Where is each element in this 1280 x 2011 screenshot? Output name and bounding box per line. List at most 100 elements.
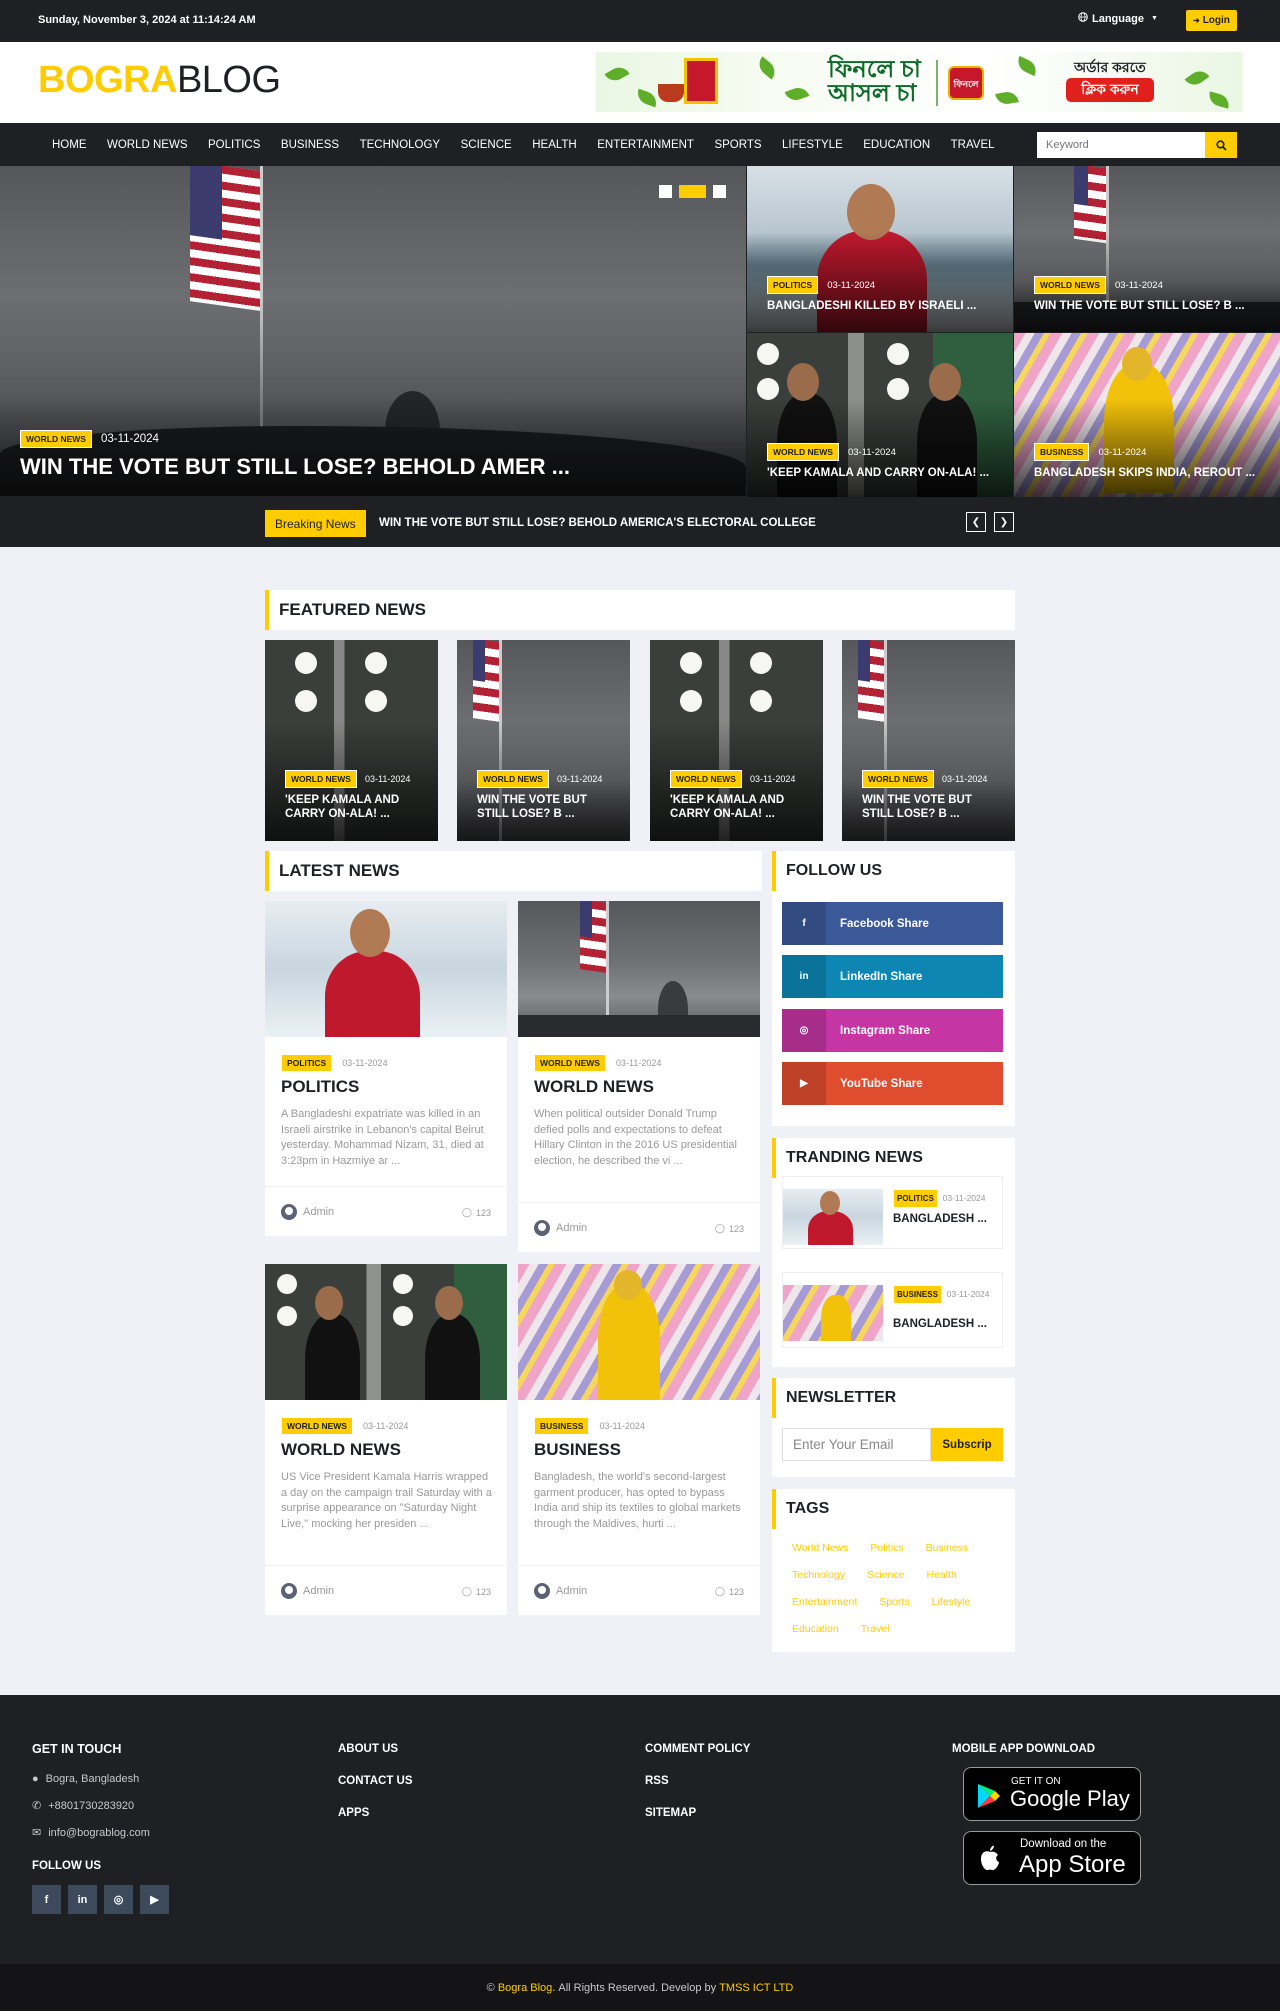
ad-cta-button[interactable]: ক্লিক করুন	[1066, 78, 1154, 102]
category-badge[interactable]: WORLD NEWS	[477, 770, 549, 788]
footer-instagram-button[interactable]: ◎	[104, 1885, 133, 1914]
tag-link[interactable]: Education	[792, 1620, 839, 1638]
card-image[interactable]	[518, 1264, 760, 1400]
hero-side-title[interactable]: WIN THE VOTE BUT STILL LOSE? B ...	[1034, 300, 1245, 312]
category-badge[interactable]: BUSINESS	[534, 1417, 590, 1435]
card-author[interactable]: Admin	[534, 1220, 587, 1236]
footer-linkedin-button[interactable]: in	[68, 1885, 97, 1914]
category-badge[interactable]: BUSINESS	[1034, 443, 1090, 461]
slider-dot-active[interactable]	[679, 185, 706, 198]
nav-item-business[interactable]: BUSINESS	[281, 139, 339, 151]
nav-item-sports[interactable]: SPORTS	[714, 139, 761, 151]
card-author[interactable]: Admin	[534, 1583, 587, 1599]
category-badge[interactable]: BUSINESS	[893, 1285, 942, 1304]
card-image[interactable]	[265, 1264, 507, 1400]
category-badge[interactable]: WORLD NEWS	[285, 770, 357, 788]
instagram-share-button[interactable]: ◎ Instagram Share	[782, 1009, 1003, 1052]
newsletter-email-input[interactable]: Enter Your Email	[782, 1428, 931, 1461]
developer-link[interactable]: TMSS ICT LTD	[719, 1982, 793, 1994]
slider-dot[interactable]	[713, 185, 726, 198]
featured-title[interactable]: 'KEEP KAMALA AND CARRY ON-ALA! ...	[285, 793, 399, 821]
category-badge[interactable]: POLITICS	[767, 276, 819, 294]
card-title[interactable]: WORLD NEWS	[534, 1077, 654, 1097]
category-badge[interactable]: WORLD NEWS	[670, 770, 742, 788]
hero-side-slide[interactable]: WORLD NEWS 03-11-2024 'KEEP KAMALA AND C…	[747, 333, 1013, 497]
footer-facebook-button[interactable]: f	[32, 1885, 61, 1914]
tag-link[interactable]: Science	[867, 1566, 904, 1584]
subscribe-button[interactable]: Subscrip	[931, 1428, 1003, 1461]
login-button[interactable]: ➜ Login	[1186, 10, 1237, 31]
search-button[interactable]	[1205, 132, 1237, 158]
facebook-share-button[interactable]: f Facebook Share	[782, 902, 1003, 945]
youtube-share-button[interactable]: ▶ YouTube Share	[782, 1062, 1003, 1105]
footer-link-comment-policy[interactable]: COMMENT POLICY	[645, 1743, 750, 1755]
breaking-news-ticker[interactable]: WIN THE VOTE BUT STILL LOSE? BEHOLD AMER…	[379, 517, 816, 529]
tag-link[interactable]: Technology	[792, 1566, 845, 1584]
tag-link[interactable]: World News	[792, 1539, 848, 1557]
hero-side-title[interactable]: BANGLADESHI KILLED BY ISRAELI ...	[767, 300, 976, 312]
featured-title[interactable]: 'KEEP KAMALA AND CARRY ON-ALA! ...	[670, 793, 784, 821]
site-logo[interactable]: BOGRABLOG	[38, 59, 281, 102]
featured-title[interactable]: WIN THE VOTE BUT STILL LOSE? B ...	[862, 793, 972, 821]
hero-main-title[interactable]: WIN THE VOTE BUT STILL LOSE? BEHOLD AMER…	[20, 454, 570, 480]
footer-link-contact[interactable]: CONTACT US	[338, 1775, 413, 1787]
footer-email[interactable]: ✉ info@bograblog.com	[32, 1826, 150, 1840]
category-badge[interactable]: WORLD NEWS	[20, 430, 92, 448]
featured-title[interactable]: WIN THE VOTE BUT STILL LOSE? B ...	[477, 793, 587, 821]
tag-link[interactable]: Sports	[879, 1593, 909, 1611]
category-badge[interactable]: WORLD NEWS	[1034, 276, 1106, 294]
footer-link-rss[interactable]: RSS	[645, 1775, 669, 1787]
trending-title[interactable]: BANGLADESH ...	[893, 1213, 987, 1225]
category-badge[interactable]: WORLD NEWS	[767, 443, 839, 461]
nav-item-entertainment[interactable]: ENTERTAINMENT	[597, 139, 694, 151]
tag-link[interactable]: Lifestyle	[932, 1593, 971, 1611]
card-image[interactable]	[265, 901, 507, 1037]
slider-dot[interactable]	[659, 185, 672, 198]
hero-side-slide[interactable]: BUSINESS 03-11-2024 BANGLADESH SKIPS IND…	[1014, 333, 1280, 497]
tag-link[interactable]: Politics	[870, 1539, 903, 1557]
google-play-badge[interactable]: GET IT ON Google Play	[963, 1767, 1141, 1821]
category-badge[interactable]: POLITICS	[893, 1189, 938, 1208]
hero-main-slide[interactable]: WORLD NEWS 03-11-2024 WIN THE VOTE BUT S…	[0, 166, 746, 496]
nav-item-travel[interactable]: TRAVEL	[951, 139, 995, 151]
featured-card[interactable]: WORLD NEWS 03-11-2024 WIN THE VOTE BUT STI…	[842, 640, 1015, 841]
footer-link-sitemap[interactable]: SITEMAP	[645, 1807, 696, 1819]
trending-item[interactable]: POLITICS 03-11-2024 BANGLADESH ...	[782, 1176, 1003, 1249]
trending-title[interactable]: BANGLADESH ...	[893, 1318, 987, 1330]
tag-link[interactable]: Business	[926, 1539, 969, 1557]
nav-item-home[interactable]: HOME	[52, 139, 87, 151]
nav-item-politics[interactable]: POLITICS	[208, 139, 260, 151]
nav-item-world-news[interactable]: WORLD NEWS	[107, 139, 188, 151]
category-badge[interactable]: WORLD NEWS	[281, 1417, 353, 1435]
card-title[interactable]: WORLD NEWS	[281, 1440, 401, 1460]
ad-banner[interactable]: ফিনলে চা আসল চা ফিনলে অর্ডার করতে ক্লিক …	[596, 52, 1243, 112]
nav-item-lifestyle[interactable]: LIFESTYLE	[782, 139, 843, 151]
category-badge[interactable]: WORLD NEWS	[862, 770, 934, 788]
ticker-next-button[interactable]: ❯	[994, 512, 1014, 532]
featured-card[interactable]: WORLD NEWS 03-11-2024 'KEEP KAMALA AND CAR…	[650, 640, 823, 841]
footer-link-about[interactable]: ABOUT US	[338, 1743, 398, 1755]
ticker-prev-button[interactable]: ❮	[966, 512, 986, 532]
nav-item-education[interactable]: EDUCATION	[863, 139, 930, 151]
card-title[interactable]: POLITICS	[281, 1077, 359, 1097]
hero-side-slide[interactable]: WORLD NEWS 03-11-2024 WIN THE VOTE BUT S…	[1014, 166, 1280, 332]
tag-link[interactable]: Entertainment	[792, 1593, 857, 1611]
footer-link-apps[interactable]: APPS	[338, 1807, 369, 1819]
linkedin-share-button[interactable]: in LinkedIn Share	[782, 955, 1003, 998]
trending-item[interactable]: BUSINESS 03-11-2024 BANGLADESH ...	[782, 1272, 1003, 1348]
hero-side-slide[interactable]: POLITICS 03-11-2024 BANGLADESHI KILLED B…	[747, 166, 1013, 332]
card-author[interactable]: Admin	[281, 1583, 334, 1599]
featured-card[interactable]: WORLD NEWS 03-11-2024 'KEEP KAMALA AND CAR…	[265, 640, 438, 841]
card-title[interactable]: BUSINESS	[534, 1440, 621, 1460]
card-author[interactable]: Admin	[281, 1204, 334, 1220]
copyright-site-link[interactable]: Bogra Blog.	[498, 1982, 555, 1994]
app-store-badge[interactable]: Download on the App Store	[963, 1831, 1141, 1885]
category-badge[interactable]: WORLD NEWS	[534, 1054, 606, 1072]
tag-link[interactable]: Health	[926, 1566, 956, 1584]
hero-side-title[interactable]: BANGLADESH SKIPS INDIA, REROUT ...	[1034, 467, 1255, 479]
tag-link[interactable]: Travel	[861, 1620, 890, 1638]
category-badge[interactable]: POLITICS	[281, 1054, 333, 1072]
nav-item-health[interactable]: HEALTH	[532, 139, 577, 151]
nav-item-technology[interactable]: TECHNOLOGY	[360, 139, 441, 151]
language-selector[interactable]: Language ▼	[1078, 12, 1158, 25]
